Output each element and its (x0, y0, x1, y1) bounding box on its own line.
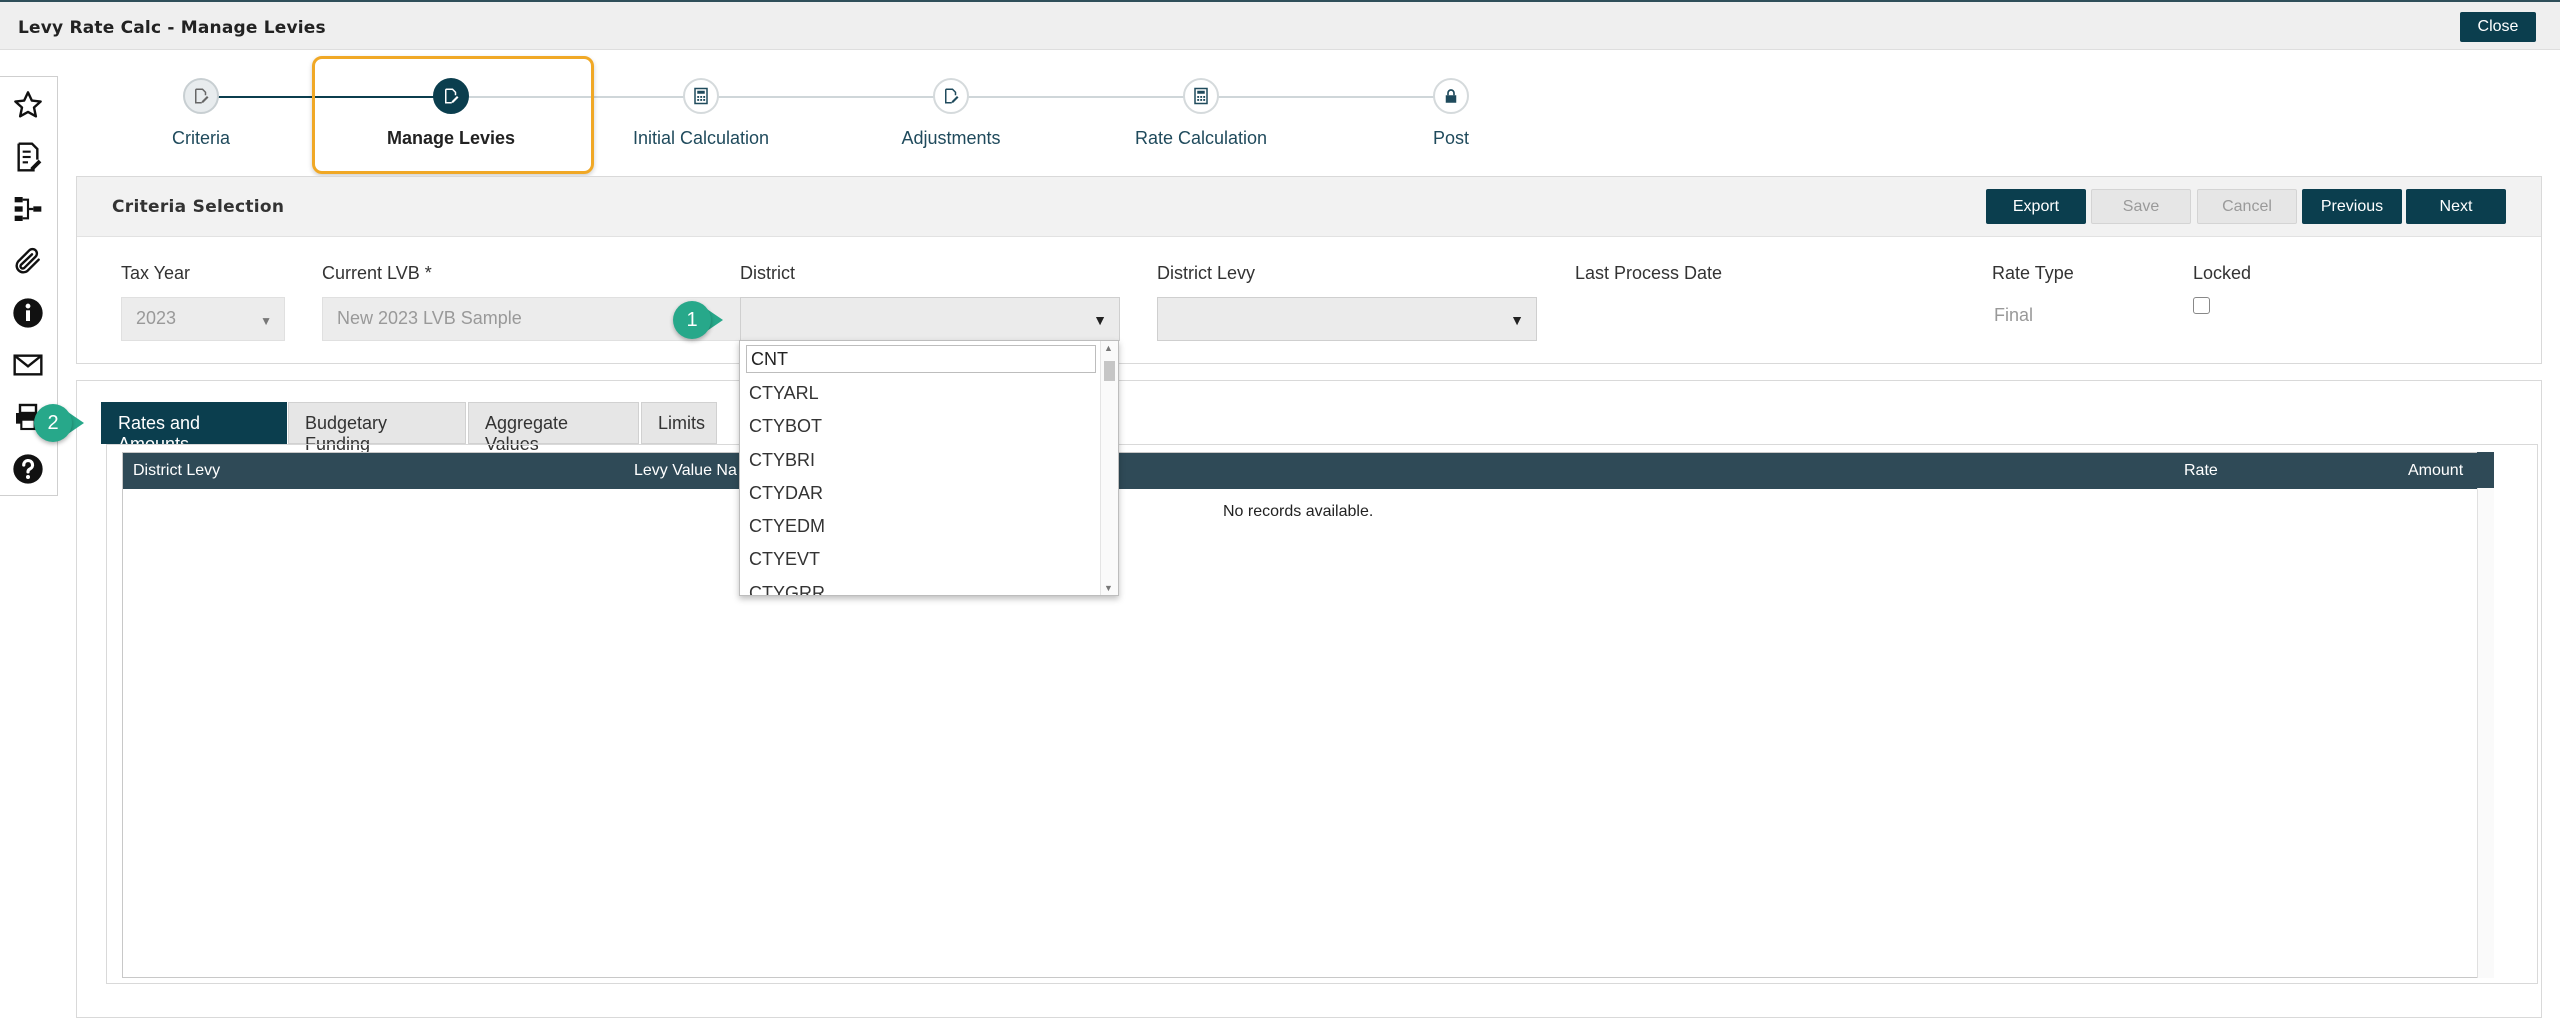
rates-grid: District Levy Levy Value Na Rate Amount … (122, 452, 2492, 978)
tab-rates-and-amounts[interactable]: Rates and Amounts (101, 402, 287, 454)
column-header-rate[interactable]: Rate (2184, 462, 2218, 480)
scroll-down-icon[interactable]: ▼ (1104, 583, 1113, 593)
rate-type-value: Final (1994, 305, 2034, 325)
current-lvb-value: New 2023 LVB Sample (337, 308, 522, 328)
column-header-district-levy[interactable]: District Levy (133, 462, 220, 480)
tax-year-label: Tax Year (121, 263, 191, 283)
dropdown-option[interactable]: CTYARL (749, 383, 819, 404)
tab-limits[interactable]: Limits (641, 402, 717, 444)
edit-step-icon (183, 78, 219, 114)
step-criteria[interactable]: Criteria (91, 78, 311, 149)
dropdown-option[interactable]: CTYBRI (749, 450, 815, 471)
callout-1: 1 (673, 301, 733, 339)
tab-aggregate-values[interactable]: Aggregate Values (468, 402, 639, 454)
grid-header-corner (2477, 452, 2494, 488)
criteria-title: Criteria Selection (112, 197, 285, 217)
tab-budgetary-funding[interactable]: Budgetary Funding (288, 402, 466, 454)
wizard-stepper: Criteria Manage Levies Initial Calculati… (100, 60, 1500, 180)
active-step-highlight (312, 56, 594, 174)
title-bar: Levy Rate Calc - Manage Levies Close (0, 0, 2560, 50)
dropdown-option[interactable]: CTYEDM (749, 516, 825, 537)
close-button[interactable]: Close (2460, 12, 2536, 42)
window-title: Levy Rate Calc - Manage Levies (18, 18, 326, 38)
criteria-panel: Criteria Selection Export Save Cancel Pr… (76, 176, 2542, 364)
rate-type-label: Rate Type (1992, 263, 2074, 283)
export-button[interactable]: Export (1986, 189, 2086, 224)
step-label: Initial Calculation (632, 128, 770, 148)
caret-down-icon: ▼ (1510, 312, 1524, 328)
edit-document-icon[interactable] (0, 131, 56, 183)
save-button[interactable]: Save (2091, 189, 2191, 224)
edit-step-icon (933, 78, 969, 114)
step-initial-calculation[interactable]: Initial Calculation (591, 78, 811, 149)
step-label: Criteria (171, 128, 230, 148)
tax-year-value: 2023 (136, 308, 177, 328)
district-levy-select[interactable]: ▼ (1157, 297, 1537, 341)
callout-number: 2 (34, 404, 72, 442)
tax-year-select[interactable]: 2023 ▼ (121, 297, 285, 341)
grid-scrollbar[interactable] (2477, 452, 2494, 978)
dropdown-option[interactable]: CTYGRR (749, 583, 825, 595)
help-icon[interactable] (0, 443, 56, 495)
mail-icon[interactable] (0, 339, 56, 391)
district-select[interactable]: ▼ (740, 297, 1120, 341)
paperclip-icon[interactable] (0, 235, 56, 287)
district-filter-input[interactable] (746, 345, 1096, 373)
lock-icon (1433, 78, 1469, 114)
dropdown-option[interactable]: CTYEVT (749, 549, 820, 570)
criteria-header: Criteria Selection Export Save Cancel Pr… (77, 177, 2541, 237)
step-adjustments[interactable]: Adjustments (841, 78, 1061, 149)
step-label: Post (1432, 128, 1470, 148)
current-lvb-label: Current LVB * (322, 263, 432, 283)
hierarchy-icon[interactable] (0, 183, 56, 235)
column-header-levy-value-name[interactable]: Levy Value Na (634, 462, 737, 480)
caret-down-icon: ▼ (260, 314, 272, 328)
calculator-icon (683, 78, 719, 114)
cancel-button[interactable]: Cancel (2197, 189, 2297, 224)
scroll-thumb[interactable] (1104, 361, 1115, 381)
step-label: Rate Calculation (1134, 128, 1268, 148)
calculator-icon (1183, 78, 1219, 114)
next-button[interactable]: Next (2406, 189, 2506, 224)
locked-checkbox[interactable] (2193, 297, 2210, 314)
locked-label: Locked (2193, 263, 2252, 283)
star-icon[interactable] (0, 79, 56, 131)
callout-number: 1 (673, 301, 711, 339)
district-label: District (740, 263, 795, 283)
scroll-up-icon[interactable]: ▲ (1104, 343, 1113, 353)
last-process-date-label: Last Process Date (1575, 263, 1723, 283)
column-header-amount[interactable]: Amount (2408, 462, 2463, 480)
district-dropdown-list: CTYARL CTYBOT CTYBRI CTYDAR CTYEDM CTYEV… (739, 340, 1119, 596)
grid-header: District Levy Levy Value Na Rate Amount (123, 453, 2491, 489)
step-post[interactable]: Post (1341, 78, 1561, 149)
step-label: Adjustments (901, 128, 1001, 148)
step-rate-calculation[interactable]: Rate Calculation (1091, 78, 1311, 149)
dropdown-scrollbar[interactable]: ▲ ▼ (1100, 341, 1118, 595)
caret-down-icon: ▼ (1093, 312, 1107, 328)
district-levy-label: District Levy (1157, 263, 1256, 283)
empty-message: No records available. (1223, 503, 1374, 520)
dropdown-option[interactable]: CTYDAR (749, 483, 823, 504)
dropdown-option[interactable]: CTYBOT (749, 416, 822, 437)
callout-2: 2 (34, 404, 94, 442)
previous-button[interactable]: Previous (2302, 189, 2402, 224)
info-icon[interactable] (0, 287, 56, 339)
